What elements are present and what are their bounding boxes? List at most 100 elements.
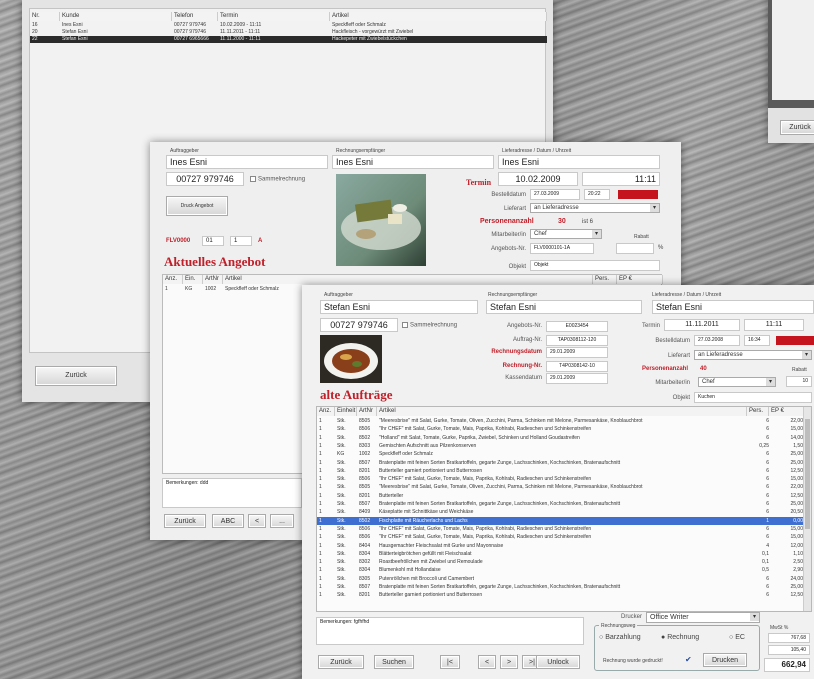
list-row[interactable]: 22 Stefan Esni 00727 6965666 11.11.2000 - 1… (30, 36, 547, 43)
oo-date-field[interactable]: 11.11.2011 (664, 319, 740, 331)
discount-field[interactable] (616, 243, 654, 254)
oo-invoice-no-field[interactable]: T4P0308142-10 (546, 361, 608, 372)
oo-time-field[interactable]: 11:11 (744, 319, 804, 331)
oo-order-date-field[interactable]: 27.03.2008 (694, 335, 740, 346)
oo-item-row[interactable]: 1 Stk. 8502 "Holland" mit Salat, Tomate, Gu… (317, 434, 805, 442)
oo-item-row[interactable]: 1 Stk. 8507 Bratenplatte mit feinen Sorten … (317, 583, 805, 591)
oo-item-row[interactable]: 1 KG 1002 Speckfleff oder Schmalz 6 25,00 (317, 450, 805, 458)
offer-col-persons[interactable]: Pers. (593, 275, 617, 284)
lieferart-select[interactable]: an Lieferadresse (530, 203, 660, 213)
list-row[interactable]: 16 Ines Esni 00727 979746 10.02.2009 - 11:1… (30, 22, 547, 29)
offer-prev-button[interactable]: < (248, 514, 266, 528)
oo-scrollbar[interactable] (803, 407, 811, 611)
oo-pay-cash[interactable]: ○ Barzahlung (599, 634, 641, 641)
oo-item-row[interactable]: 1 Stk. 8505 "Meeresbrise" mit Salat, Gurke,… (317, 417, 805, 425)
date-field[interactable]: 10.02.2009 (498, 172, 578, 186)
oo-lieferart-select[interactable]: an Lieferadresse (694, 350, 812, 360)
oo-billing-field[interactable]: Stefan Esni (486, 300, 642, 314)
offer-code-n1[interactable]: 01 (202, 236, 224, 246)
oo-col-artnr[interactable]: ArtNr (357, 407, 377, 416)
oo-back-button[interactable]: Zurück (318, 655, 364, 669)
object-field[interactable]: Objekt (530, 260, 660, 271)
oo-col-qty[interactable]: Anz. (317, 407, 335, 416)
oo-item-row[interactable]: 1 Stk. 8506 "Ihr CHEF" mit Salat, Gurke, To… (317, 425, 805, 433)
offer-col-price[interactable]: EP € (617, 275, 663, 284)
oo-col-article[interactable]: Artikel (377, 407, 747, 416)
oo-item-row[interactable]: 1 Stk. 8507 Bratenplatte mit feinen Sorten … (317, 500, 805, 508)
offer-abc-button[interactable]: ABC (212, 514, 244, 528)
order-date-field[interactable]: 27.03.2009 (530, 189, 580, 200)
col-telefon[interactable]: Telefon (172, 12, 218, 21)
oo-order-no-field[interactable]: TAP0308112-120 (546, 335, 608, 346)
oo-col-persons[interactable]: Pers. (747, 407, 769, 416)
oo-object-field[interactable]: Kuchen (694, 392, 812, 403)
oo-first-button[interactable]: |< (440, 655, 460, 669)
offer-back-button[interactable]: Zurück (164, 514, 206, 528)
client-field[interactable]: Ines Esni (166, 155, 328, 169)
col-termin[interactable]: Termin (218, 12, 330, 21)
oo-item-row[interactable]: 1 Stk. 8305 Putenröllchen mit Broccoli und … (317, 575, 805, 583)
oo-item-row[interactable]: 1 Stk. 8505 "Meeresbrise" mit Salat, Gurke,… (317, 483, 805, 491)
time-field[interactable]: 11:11 (582, 172, 660, 186)
offer-no-field[interactable]: FLV0000101-1A (530, 243, 594, 254)
offer-col-unit[interactable]: Ein. (183, 275, 203, 284)
offer-next-button[interactable]: ... (270, 514, 294, 528)
oo-item-row[interactable]: 1 Stk. 8506 "Ihr CHEF" mit Salat, Gurke, To… (317, 525, 805, 533)
oo-item-row[interactable]: 1 Stk. 8502 Fischplatte mit Räucherlachs un… (317, 516, 805, 525)
oo-unlock-button[interactable]: Unlock (536, 655, 580, 669)
list-back-button[interactable]: Zurück (35, 366, 117, 386)
oo-invoice-date-field[interactable]: 29.01.2009 (546, 347, 608, 358)
col-kunde[interactable]: Kunde (60, 12, 172, 21)
offer-col-artnr[interactable]: ArtNr (203, 275, 223, 284)
oo-scrollbar-thumb[interactable] (805, 419, 810, 529)
oo-delivery-field[interactable]: Stefan Esni (652, 300, 814, 314)
oo-item-row[interactable]: 1 Stk. 8304 Blätterteigbrötchen gefüllt mit… (317, 550, 805, 558)
oo-search-button[interactable]: Suchen (374, 655, 414, 669)
phone-field[interactable]: 00727 979746 (166, 172, 244, 186)
oo-col-unit[interactable]: Einheit (335, 407, 357, 416)
oo-notes-field[interactable]: Bemerkungen: fgfhfhd (316, 617, 584, 645)
col-nr[interactable]: Nr. (30, 12, 60, 21)
oo-phone-field[interactable]: 00727 979746 (320, 318, 398, 332)
billing-field[interactable]: Ines Esni (332, 155, 494, 169)
oo-pay-invoice[interactable]: ● Rechnung (661, 634, 699, 641)
oo-item-cell: Stk. (337, 542, 346, 549)
oo-collective-checkbox[interactable]: Sammelrechnung (402, 322, 457, 329)
list-row[interactable]: 20 Stefan Esni 00727 979746 11.11.2011 - 11… (30, 29, 547, 36)
oo-item-row[interactable]: 1 Stk. 8201 Butterteller 6 12,50 (317, 492, 805, 500)
staff-select[interactable]: Chef (530, 229, 602, 239)
oo-item-row[interactable]: 1 Stk. 8304 Blumenkohl mit Hollandaise 0,5 2,… (317, 566, 805, 574)
oo-item-row[interactable]: 1 Stk. 8303 Gemischten Aufschnitt aus Pilze… (317, 442, 805, 450)
oo-print-button[interactable]: Drucken (703, 653, 747, 667)
oo-item-row[interactable]: 1 Stk. 8302 Roastbeefröllchen mit Zwiebel u… (317, 558, 805, 566)
oo-item-row[interactable]: 1 Stk. 8506 "Ihr CHEF" mit Salat, Gurke, To… (317, 533, 805, 541)
oo-col-price[interactable]: EP € (769, 407, 805, 416)
oo-item-row[interactable]: 1 Stk. 8507 Bratenplatte mit feinen Sorten … (317, 459, 805, 467)
oo-client-field[interactable]: Stefan Esni (320, 300, 478, 314)
oo-pay-ec[interactable]: ○ EC (729, 634, 745, 641)
oo-staff-select[interactable]: Chef (698, 377, 776, 387)
oo-prev-button[interactable]: < (478, 655, 496, 669)
oo-item-row[interactable]: 1 Stk. 8506 "Ihr CHEF" mit Salat, Gurke, To… (317, 475, 805, 483)
oo-item-cell: 8305 (359, 575, 371, 582)
oo-item-row[interactable]: 1 Stk. 8201 Butterteller garniert portionie… (317, 591, 805, 599)
oo-item-row[interactable]: 1 Stk. 8404 Hausgemachter Fleischsalat mit … (317, 542, 805, 550)
offer-col-article[interactable]: Artikel (223, 275, 593, 284)
print-offer-button[interactable]: Druck Angebot (166, 196, 228, 216)
oo-item-row[interactable]: 1 Stk. 8201 Butterteller garniert portionie… (317, 467, 805, 475)
oo-printer-select[interactable]: Office Writer (646, 612, 760, 623)
collective-invoice-checkbox[interactable]: Sammelrechnung (250, 176, 305, 183)
oo-item-row[interactable]: 1 Stk. 8409 Käseplatte mit Schnittkäse und … (317, 508, 805, 516)
offer-code-n2[interactable]: 1 (230, 236, 252, 246)
oo-order-time-field[interactable]: 16:34 (744, 335, 770, 346)
oo-cash-date-field[interactable]: 29.01.2009 (546, 373, 608, 384)
order-time-field[interactable]: 20:22 (584, 189, 610, 200)
oo-next-button[interactable]: > (500, 655, 518, 669)
col-artikel[interactable]: Artikel (330, 12, 547, 21)
oo-offer-no-field[interactable]: E0023454 (546, 321, 608, 332)
oo-discount-field[interactable]: 10 (786, 376, 812, 387)
offer-col-qty[interactable]: Anz. (163, 275, 183, 284)
offer-notes-field[interactable]: Bemerkungen: ddd (162, 478, 302, 508)
corner-back-button[interactable]: Zurück (780, 120, 814, 135)
delivery-field[interactable]: Ines Esni (498, 155, 660, 169)
